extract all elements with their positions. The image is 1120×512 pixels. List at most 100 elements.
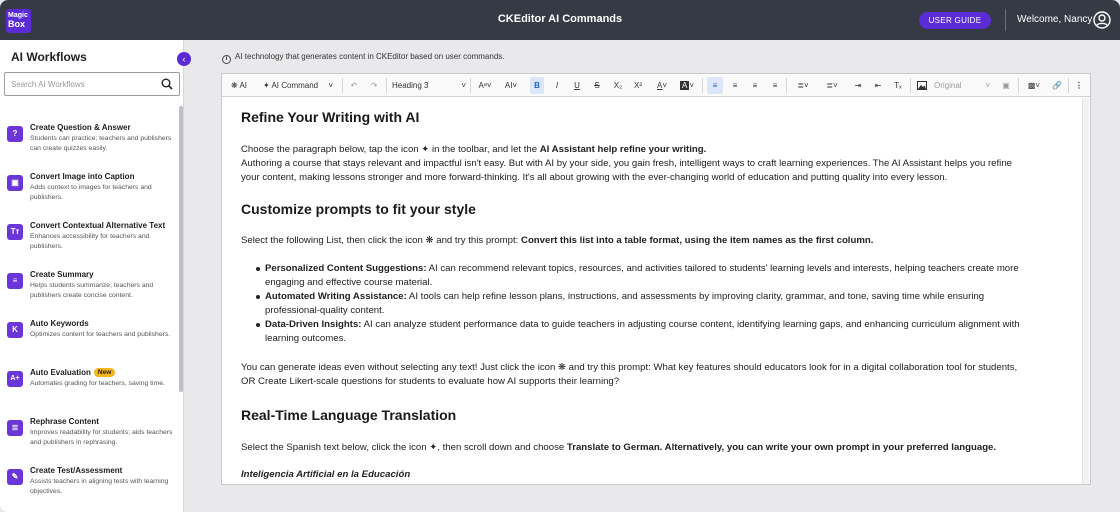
justify-button[interactable]: ≡ [767,74,783,97]
list-item-text-2: engaging and effective course material. [265,277,433,288]
image-caption-icon: ▣ [7,175,23,191]
list-item-text-2: learning outcomes. [265,333,347,344]
chevron-down-icon: ˅ [985,81,990,90]
workflow-name: Rephrase Content [30,417,99,426]
list-item-title: Personalized Content Suggestions: [265,263,427,274]
insert-image-button[interactable] [914,74,930,97]
workflow-item-create-question-answer[interactable]: ? Create Question & Answer Students can … [0,118,178,164]
bold-button[interactable]: B [530,77,544,94]
ai-button[interactable]: ❋ AI [226,74,252,97]
numbered-list-button[interactable]: ≣˅ [790,74,816,97]
toolbar-separator [910,78,911,93]
link-button[interactable]: 🔗 [1050,74,1064,97]
numbered-list-icon: ≣˅ [797,81,809,90]
toolbar-separator [470,78,471,93]
search-icon[interactable] [161,78,173,90]
undo-button[interactable]: ↶ [346,74,362,97]
list-item-text-2: professional-quality content. [265,305,385,316]
heading-select[interactable]: Heading 3 ˅ [392,74,468,97]
heading-value: Heading 3 [392,81,429,90]
ai-command-dropdown[interactable]: ✦ AI Command ˅ [258,74,338,97]
ai-swirl-icon: ❋ [425,235,434,246]
italic-icon: I [555,81,559,90]
highlight-icon: A [679,81,690,90]
workflow-description: Adds context to images for teachers and … [30,184,152,201]
heading-customize: Customize prompts to fit your style [241,201,476,217]
more-button[interactable]: ⋮ [1073,74,1085,97]
text-span: in the toolbar, and let the [429,144,540,155]
superscript-button[interactable]: X² [630,74,646,97]
caption-icon: ▣ [1002,81,1010,90]
workflow-item-create-test[interactable]: ✎ Create Test/Assessment Assists teacher… [0,461,178,507]
toolbar-separator [342,78,343,93]
header-divider [1005,9,1006,31]
ai-workflows-sidebar: AI Workflows ? Create Question & Answer … [0,40,184,512]
font-size-button[interactable]: Aᵃ˅ [474,74,496,97]
editor-content[interactable]: Refine Your Writing with AI Choose the p… [222,98,1080,484]
list-item: Personalized Content Suggestions: AI can… [256,262,1065,290]
image-style-select[interactable]: Original ˅ [934,74,992,97]
align-left-icon: ≡ [712,81,718,90]
info-line: i AI technology that generates content in… [222,52,505,64]
chevron-left-icon: ‹ [182,54,186,64]
image-caption-button[interactable]: ▣ [998,74,1014,97]
workflow-item-auto-keywords[interactable]: K Auto Keywords Optimizes content for te… [0,314,178,360]
justify-icon: ≡ [772,81,778,90]
subscript-button[interactable]: X₂ [610,74,626,97]
media-embed-button[interactable]: ▩˅ [1022,74,1046,97]
collapse-sidebar-button[interactable]: ‹ [177,52,191,66]
workflow-item-rephrase-content[interactable]: ≣ Rephrase Content Improves readability … [0,412,178,458]
highlight-button[interactable]: A ˅ [676,74,698,97]
align-left-button[interactable]: ≡ [707,77,723,94]
align-center-button[interactable]: ≡ [727,74,743,97]
heading-refine: Refine Your Writing with AI [241,109,420,125]
prompt-paragraph-4: Select the Spanish text below, click the… [241,441,1071,455]
workflow-search-input[interactable] [5,73,155,95]
summary-icon: ≡ [7,273,23,289]
workflow-item-convert-image-caption[interactable]: ▣ Convert Image into Caption Adds contex… [0,167,178,213]
text-span: and try this prompt: What key features s… [566,362,1018,373]
editor-scrollbar[interactable] [1082,98,1089,484]
outdent-button[interactable]: ⇤ [870,74,886,97]
toolbar-separator [786,78,787,93]
list-item-text: AI can recommend relevant topics, resour… [426,263,1019,274]
ai-swirl-icon: ❋ [230,81,238,90]
text-span-bold: Convert this list into a table format, u… [521,235,874,246]
sidebar-scrollbar[interactable] [179,106,183,392]
font-family-button[interactable]: AI˅ [500,74,522,97]
font-family-icon: AI˅ [504,81,518,90]
indent-icon: ⇥ [854,81,862,90]
user-guide-button[interactable]: USER GUIDE [919,12,991,29]
redo-button[interactable]: ↷ [366,74,382,97]
user-avatar-icon[interactable] [1093,11,1111,29]
workflow-item-auto-evaluation[interactable]: A+ Auto Evaluation New Automates grading … [0,363,178,409]
sidebar-title: AI Workflows [11,50,87,64]
workflow-description: Helps students summarize; teachers and p… [30,282,154,299]
text-span: Select the Spanish text below, click the… [241,442,430,453]
font-color-button[interactable]: A˅ [652,74,672,97]
ai-button-label: AI [239,81,248,90]
align-right-button[interactable]: ≡ [747,74,763,97]
app-window: Magic Box CKEditor AI Commands USER GUID… [0,0,1120,512]
strikethrough-icon: S [594,81,600,90]
workflow-list: ? Create Question & Answer Students can … [0,106,178,512]
workflow-item-contextual-alt-text[interactable]: Tт Convert Contextual Alternative Text E… [0,216,178,262]
workflow-item-create-summary[interactable]: ≡ Create Summary Helps students summariz… [0,265,178,311]
bulleted-list-icon: ≣˅ [826,81,838,90]
clear-format-icon: Tₓ [894,81,902,90]
image-icon [917,81,927,91]
bulleted-list-button[interactable]: ≣˅ [819,74,845,97]
text-line-2: OR Create Likert-scale questions for stu… [241,376,620,387]
font-size-icon: Aᵃ˅ [478,81,492,90]
italic-button[interactable]: I [550,74,564,97]
feature-list: Personalized Content Suggestions: AI can… [256,262,1065,346]
prompt-paragraph-2: Select the following List, then click th… [241,234,1071,248]
indent-button[interactable]: ⇥ [850,74,866,97]
text-alt-icon: Tт [7,224,23,240]
underline-button[interactable]: U [570,74,584,97]
body-line-1: Authoring a course that stays relevant a… [241,158,1012,169]
workflow-name-text: Auto Evaluation [30,368,91,377]
strikethrough-button[interactable]: S [590,74,604,97]
clear-format-button[interactable]: Tₓ [890,74,906,97]
chevron-down-icon: ˅ [461,81,466,90]
